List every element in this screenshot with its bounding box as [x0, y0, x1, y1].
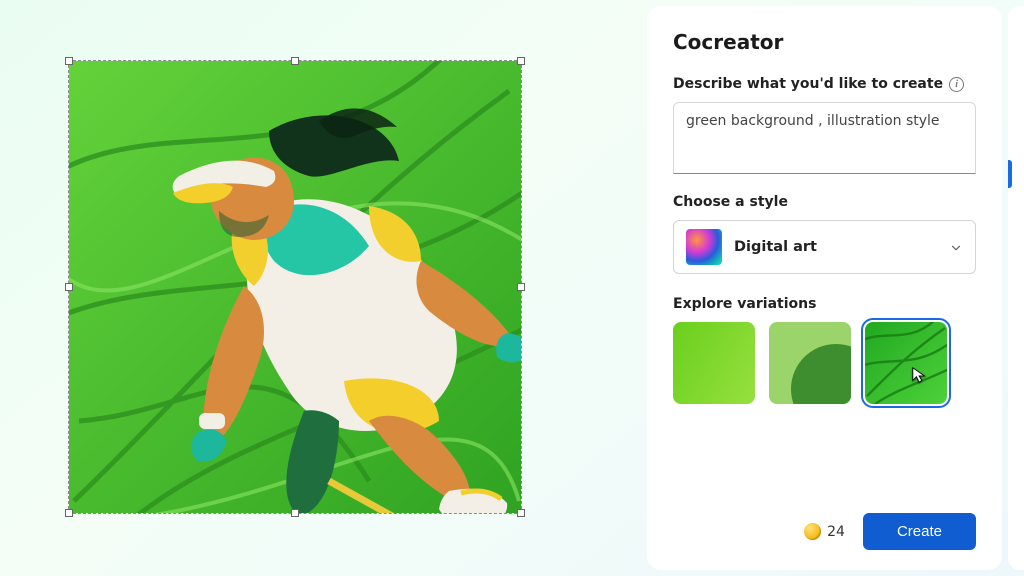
variation-thumb-3[interactable]	[865, 322, 947, 404]
cursor-icon	[911, 366, 929, 384]
variations-row	[673, 322, 976, 404]
credits-counter: 24	[804, 523, 845, 540]
style-name: Digital art	[734, 239, 937, 255]
resize-handle-tl[interactable]	[65, 57, 73, 65]
variation-thumb-1[interactable]	[673, 322, 755, 404]
panel-title: Cocreator	[673, 30, 976, 54]
style-thumbnail	[686, 229, 722, 265]
resize-handle-bm[interactable]	[291, 509, 299, 517]
generated-image[interactable]	[69, 61, 521, 513]
credits-value: 24	[827, 524, 845, 540]
explore-variations-label: Explore variations	[673, 296, 976, 312]
image-selection[interactable]	[68, 60, 522, 514]
canvas-area[interactable]	[0, 0, 647, 576]
create-button[interactable]: Create	[863, 513, 976, 550]
choose-style-label: Choose a style	[673, 194, 976, 210]
chevron-down-icon	[949, 240, 963, 254]
style-dropdown[interactable]: Digital art	[673, 220, 976, 274]
resize-handle-mr[interactable]	[517, 283, 525, 291]
coin-icon	[804, 523, 821, 540]
prompt-input[interactable]	[673, 102, 976, 174]
info-icon[interactable]: i	[949, 77, 964, 92]
resize-handle-br[interactable]	[517, 509, 525, 517]
resize-handle-tr[interactable]	[517, 57, 525, 65]
describe-label-text: Describe what you'd like to create	[673, 76, 943, 92]
describe-label: Describe what you'd like to create i	[673, 76, 976, 92]
variation-thumb-2[interactable]	[769, 322, 851, 404]
resize-handle-ml[interactable]	[65, 283, 73, 291]
resize-handle-tm[interactable]	[291, 57, 299, 65]
resize-handle-bl[interactable]	[65, 509, 73, 517]
panel-footer: 24 Create	[673, 513, 976, 550]
adjacent-panel-sliver	[1008, 6, 1024, 570]
cocreator-panel: Cocreator Describe what you'd like to cr…	[647, 6, 1002, 570]
